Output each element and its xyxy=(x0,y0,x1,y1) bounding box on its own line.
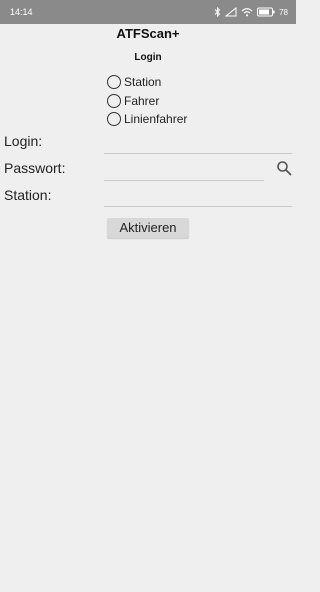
login-input[interactable] xyxy=(104,133,292,154)
app-title: ATFScan+ xyxy=(116,26,180,41)
radio-linienfahrer[interactable]: Linienfahrer xyxy=(107,111,187,127)
radio-button-icon[interactable] xyxy=(107,75,121,89)
login-section-title: Login xyxy=(134,52,162,63)
radio-button-icon[interactable] xyxy=(107,112,121,126)
station-label: Station: xyxy=(4,187,52,203)
battery-level: 78 xyxy=(279,7,288,17)
radio-station[interactable]: Station xyxy=(107,74,161,90)
wifi-icon xyxy=(241,7,253,17)
bluetooth-icon xyxy=(214,7,221,17)
station-input[interactable] xyxy=(104,186,292,207)
password-input[interactable] xyxy=(104,160,264,181)
radio-label-station: Station xyxy=(124,75,162,89)
status-icons: 78 xyxy=(214,6,288,18)
radio-label-linienfahrer: Linienfahrer xyxy=(124,112,188,126)
search-icon[interactable] xyxy=(276,160,292,176)
status-bar: 14:14 78 xyxy=(0,0,296,24)
radio-button-icon[interactable] xyxy=(107,94,121,108)
status-time: 14:14 xyxy=(10,7,33,17)
app-screen: 14:14 78 ATFScan+ Login Station Fahrer L… xyxy=(0,0,296,592)
login-label: Login: xyxy=(4,133,43,149)
password-label: Passwort: xyxy=(4,160,66,176)
battery-icon xyxy=(257,7,275,17)
radio-label-fahrer: Fahrer xyxy=(124,94,160,108)
signal-icon xyxy=(225,7,237,17)
activate-button[interactable]: Aktivieren xyxy=(107,218,189,238)
radio-fahrer[interactable]: Fahrer xyxy=(107,93,159,109)
